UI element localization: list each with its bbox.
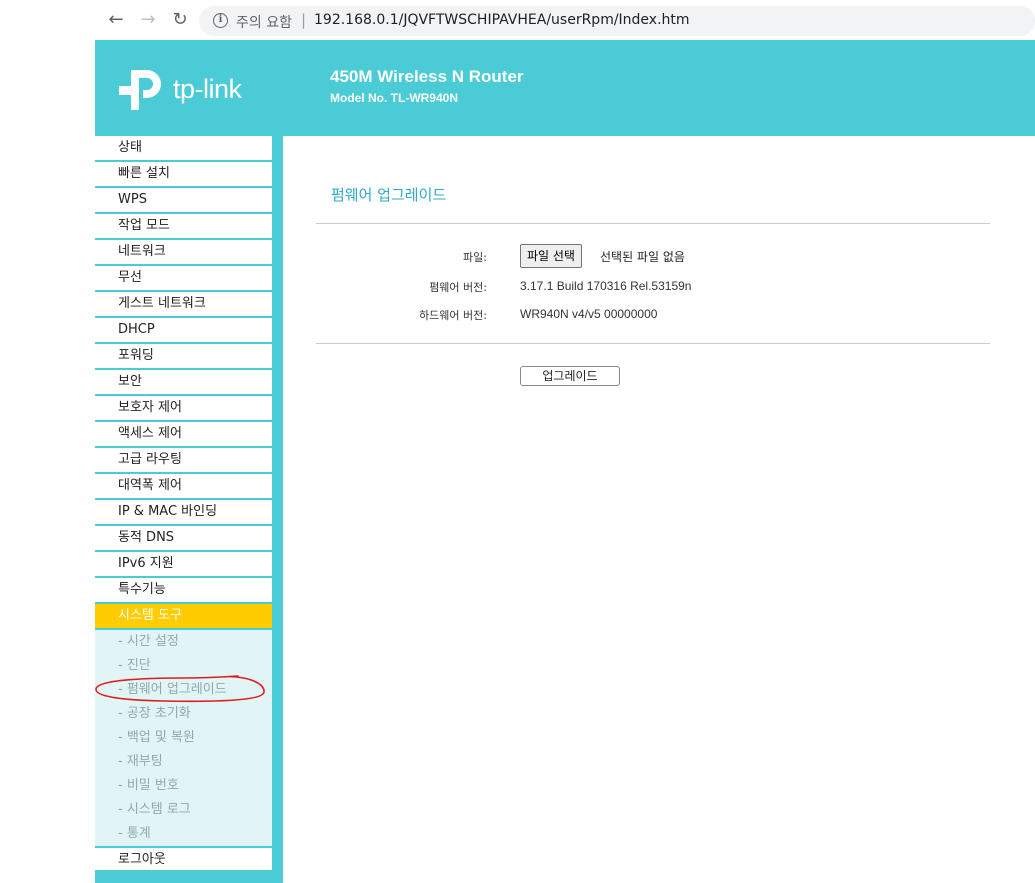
sidebar-item-guest-network[interactable]: 게스트 네트워크 <box>95 292 272 318</box>
sidebar-item-quick-setup[interactable]: 빠른 설치 <box>95 162 272 188</box>
submenu-item-password[interactable]: - 비밀 번호 <box>95 774 272 798</box>
sidebar-item-security[interactable]: 보안 <box>95 370 272 396</box>
sidebar-item-status[interactable]: 상태 <box>95 136 272 162</box>
hardware-version-label: 하드웨어 버전: <box>419 309 487 322</box>
sidebar-item-operation-mode[interactable]: 작업 모드 <box>95 214 272 240</box>
submenu-item-reboot[interactable]: - 재부팅 <box>95 750 272 774</box>
sidebar-item-special-features[interactable]: 특수기능 <box>95 578 272 604</box>
sidebar-item-forwarding[interactable]: 포워딩 <box>95 344 272 370</box>
no-file-selected-text: 선택된 파일 없음 <box>600 250 685 264</box>
address-bar[interactable]: i 주의 요함 | 192.168.0.1/JQVFTWSCHIPAVHEA/u… <box>199 6 1035 36</box>
sidebar-item-wireless[interactable]: 무선 <box>95 266 272 292</box>
sidebar-item-access-control[interactable]: 액세스 제어 <box>95 422 272 448</box>
upgrade-button[interactable]: 업그레이드 <box>520 366 620 386</box>
tp-link-logo-icon <box>119 70 161 110</box>
sidebar-item-ip-mac-binding[interactable]: IP & MAC 바인딩 <box>95 500 272 526</box>
red-circle-annotation <box>95 675 265 703</box>
sidebar-item-network[interactable]: 네트워크 <box>95 240 272 266</box>
sidebar-menu: 상태 빠른 설치 WPS 작업 모드 네트워크 무선 게스트 네트워크 DHCP… <box>95 136 272 872</box>
submenu-item-system-log[interactable]: - 시스템 로그 <box>95 798 272 822</box>
sidebar-item-logout[interactable]: 로그아웃 <box>95 846 272 872</box>
browser-toolbar: ← → ↻ i 주의 요함 | 192.168.0.1/JQVFTWSCHIPA… <box>95 0 1035 40</box>
router-title: 450M Wireless N Router <box>330 67 524 86</box>
sidebar-item-parental-control[interactable]: 보호자 제어 <box>95 396 272 422</box>
reload-icon[interactable]: ↻ <box>169 9 191 31</box>
firmware-version-value: 3.17.1 Build 170316 Rel.53159n <box>520 279 692 293</box>
sidebar-item-dhcp[interactable]: DHCP <box>95 318 272 344</box>
info-icon[interactable]: i <box>213 13 228 28</box>
url-text[interactable]: 192.168.0.1/JQVFTWSCHIPAVHEA/userRpm/Ind… <box>314 12 690 28</box>
file-label: 파일: <box>463 251 487 264</box>
sidebar: 상태 빠른 설치 WPS 작업 모드 네트워크 무선 게스트 네트워크 DHCP… <box>95 136 283 883</box>
choose-file-button[interactable]: 파일 선택 <box>520 244 582 268</box>
firmware-version-label: 펌웨어 버전: <box>429 281 487 294</box>
sidebar-item-ipv6[interactable]: IPv6 지원 <box>95 552 272 578</box>
page-title: 펌웨어 업그레이드 <box>331 186 447 204</box>
divider <box>316 343 990 344</box>
security-warning-label[interactable]: 주의 요함 <box>236 12 292 32</box>
submenu-item-statistics[interactable]: - 통계 <box>95 822 272 846</box>
submenu-item-backup-restore[interactable]: - 백업 및 복원 <box>95 726 272 750</box>
back-arrow-icon[interactable]: ← <box>105 9 127 31</box>
logo-text: tp-link <box>173 74 242 104</box>
sidebar-item-bandwidth-control[interactable]: 대역폭 제어 <box>95 474 272 500</box>
system-tools-submenu: - 시간 설정 - 진단 - 펌웨어 업그레이드 - 공장 초기화 - 백업 및… <box>95 630 272 846</box>
sidebar-item-wps[interactable]: WPS <box>95 188 272 214</box>
sidebar-item-dynamic-dns[interactable]: 동적 DNS <box>95 526 272 552</box>
hardware-version-value: WR940N v4/v5 00000000 <box>520 307 658 321</box>
sidebar-item-advanced-routing[interactable]: 고급 라우팅 <box>95 448 272 474</box>
submenu-item-time-settings[interactable]: - 시간 설정 <box>95 630 272 654</box>
router-header: tp-link 450M Wireless N Router Model No.… <box>95 40 1035 136</box>
tp-link-logo: tp-link <box>117 66 257 114</box>
model-number: Model No. TL-WR940N <box>330 91 458 105</box>
url-separator: | <box>301 11 307 29</box>
sidebar-item-system-tools[interactable]: 시스템 도구 <box>95 604 272 630</box>
divider <box>316 223 990 224</box>
forward-arrow-icon[interactable]: → <box>137 9 159 31</box>
main-content: 펌웨어 업그레이드 파일: 파일 선택 선택된 파일 없음 펌웨어 버전: 3.… <box>283 136 1035 883</box>
